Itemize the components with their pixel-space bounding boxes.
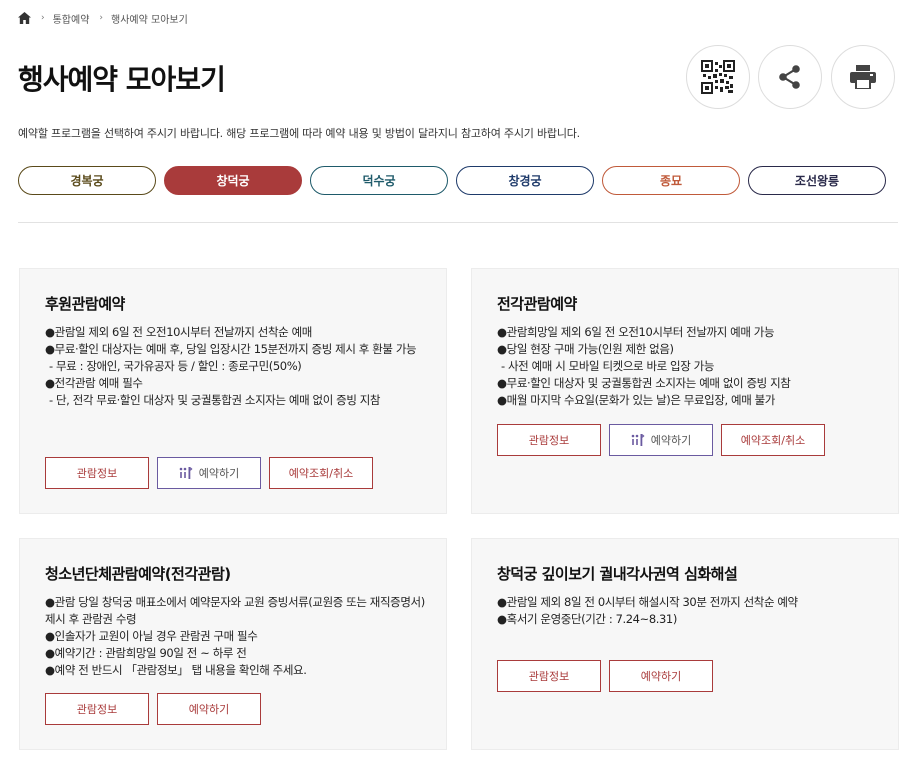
card-info: ●관람일 제외 6일 전 오전10시부터 전날까지 선착순 예매 ●무료·할인 …: [45, 324, 425, 409]
reserve-button-label: 예약하기: [650, 434, 692, 447]
breadcrumb-separator-icon: ›: [41, 13, 45, 23]
reserve-button-label: 예약하기: [198, 467, 240, 480]
program-card-deep-tour: 창덕궁 깊이보기 궐내각사권역 심화해설 ●관람일 제외 8일 전 0시부터 해…: [471, 538, 899, 750]
info-line: ●매월 마지막 수요일(문화가 있는 날)은 무료입장, 예매 불가: [497, 393, 775, 407]
breadcrumb: › 통합예약 › 행사예약 모아보기: [18, 10, 188, 26]
page-description: 예약할 프로그램을 선택하여 주시기 바랍니다. 해당 프로그램에 따라 예약 …: [18, 127, 580, 140]
qr-code-icon: [701, 60, 735, 94]
info-line: ●당일 현장 구매 가능(인원 제한 없음): [497, 342, 674, 356]
card-title: 청소년단체관람예약(전각관람): [45, 565, 231, 583]
reserve-button[interactable]: 예약하기: [157, 693, 261, 725]
info-line: ●인솔자가 교원이 아닐 경우 관람권 구매 필수: [45, 629, 258, 643]
palace-tab-jongmyo[interactable]: 종묘: [602, 166, 740, 195]
page-title: 행사예약 모아보기: [18, 63, 226, 96]
breadcrumb-item-current: 행사예약 모아보기: [111, 14, 188, 26]
lookup-cancel-button[interactable]: 예약조회/취소: [721, 424, 825, 456]
info-line: ●전각관람 예매 필수: [45, 376, 143, 390]
card-info: ●관람 당일 창덕궁 매표소에서 예약문자와 교원 증빙서류(교원증 또는 재직…: [45, 594, 425, 679]
info-button[interactable]: 관람정보: [497, 660, 601, 692]
lookup-cancel-button[interactable]: 예약조회/취소: [269, 457, 373, 489]
share-icon: [779, 65, 800, 89]
reservation-mark-icon: [631, 434, 645, 446]
info-line: ●무료·할인 대상자는 예매 후, 당일 입장시간 15분전까지 증빙 제시 후…: [45, 342, 417, 356]
card-actions: 관람정보 예약하기: [45, 693, 261, 725]
info-line: ●관람 당일 창덕궁 매표소에서 예약문자와 교원 증빙서류(교원증 또는 재직…: [45, 595, 425, 626]
card-title: 후원관람예약: [45, 295, 125, 313]
info-line: - 단, 전각 무료·할인 대상자 및 궁궐통합권 소지자는 예매 없이 증빙 …: [49, 393, 381, 407]
reserve-button[interactable]: 예약하기: [609, 660, 713, 692]
home-icon[interactable]: [18, 12, 31, 24]
palace-tab-changdeokgung[interactable]: 창덕궁: [164, 166, 302, 195]
palace-tab-changgyeonggung[interactable]: 창경궁: [456, 166, 594, 195]
share-button[interactable]: [758, 45, 822, 109]
reserve-button[interactable]: 예약하기: [157, 457, 261, 489]
palace-tab-gyeongbokgung[interactable]: 경복궁: [18, 166, 156, 195]
print-icon: [850, 65, 876, 89]
palace-filter: 경복궁 창덕궁 덕수궁 창경궁 종묘 조선왕릉: [18, 166, 886, 195]
info-line: ●무료·할인 대상자 및 궁궐통합권 소지자는 예매 없이 증빙 지참: [497, 376, 791, 390]
card-actions: 관람정보 예약하기 예약조회/취소: [45, 457, 373, 489]
info-line: - 무료 : 장애인, 국가유공자 등 / 할인 : 종로구민(50%): [49, 359, 302, 373]
card-title: 전각관람예약: [497, 295, 577, 313]
program-card-jeongak: 전각관람예약 ●관람희망일 제외 6일 전 오전10시부터 전날까지 예매 가능…: [471, 268, 899, 514]
info-line: ●관람희망일 제외 6일 전 오전10시부터 전날까지 예매 가능: [497, 325, 775, 339]
breadcrumb-separator-icon: ›: [99, 13, 104, 23]
info-line: ●혹서기 운영중단(기간 : 7.24~8.31): [497, 612, 677, 626]
reservation-mark-icon: [179, 467, 193, 479]
qr-code-button[interactable]: [686, 45, 750, 109]
info-button[interactable]: 관람정보: [45, 457, 149, 489]
info-line: ●관람일 제외 6일 전 오전10시부터 전날까지 선착순 예매: [45, 325, 312, 339]
info-button[interactable]: 관람정보: [45, 693, 149, 725]
palace-tab-deoksugung[interactable]: 덕수궁: [310, 166, 448, 195]
program-card-huwon: 후원관람예약 ●관람일 제외 6일 전 오전10시부터 전날까지 선착순 예매 …: [19, 268, 447, 514]
info-line: ●관람일 제외 8일 전 0시부터 해설시작 30분 전까지 선착순 예약: [497, 595, 798, 609]
print-button[interactable]: [831, 45, 895, 109]
card-actions: 관람정보 예약하기 예약조회/취소: [497, 424, 825, 456]
palace-tab-royal-tombs[interactable]: 조선왕릉: [748, 166, 886, 195]
info-line: - 사전 예매 시 모바일 티켓으로 바로 입장 가능: [501, 359, 715, 373]
card-title: 창덕궁 깊이보기 궐내각사권역 심화해설: [497, 565, 738, 583]
program-card-youth-group: 청소년단체관람예약(전각관람) ●관람 당일 창덕궁 매표소에서 예약문자와 교…: [19, 538, 447, 750]
card-info: ●관람일 제외 8일 전 0시부터 해설시작 30분 전까지 선착순 예약 ●혹…: [497, 594, 877, 628]
info-button[interactable]: 관람정보: [497, 424, 601, 456]
breadcrumb-item-reservation[interactable]: 통합예약: [53, 11, 90, 26]
card-info: ●관람희망일 제외 6일 전 오전10시부터 전날까지 예매 가능 ●당일 현장…: [497, 324, 877, 409]
info-line: ●예약 전 반드시 「관람정보」 탭 내용을 확인해 주세요.: [45, 663, 307, 677]
reserve-button[interactable]: 예약하기: [609, 424, 713, 456]
info-line: ●예약기간 : 관람희망일 90일 전 ~ 하루 전: [45, 646, 247, 660]
section-divider: [18, 222, 898, 223]
card-actions: 관람정보 예약하기: [497, 660, 713, 692]
